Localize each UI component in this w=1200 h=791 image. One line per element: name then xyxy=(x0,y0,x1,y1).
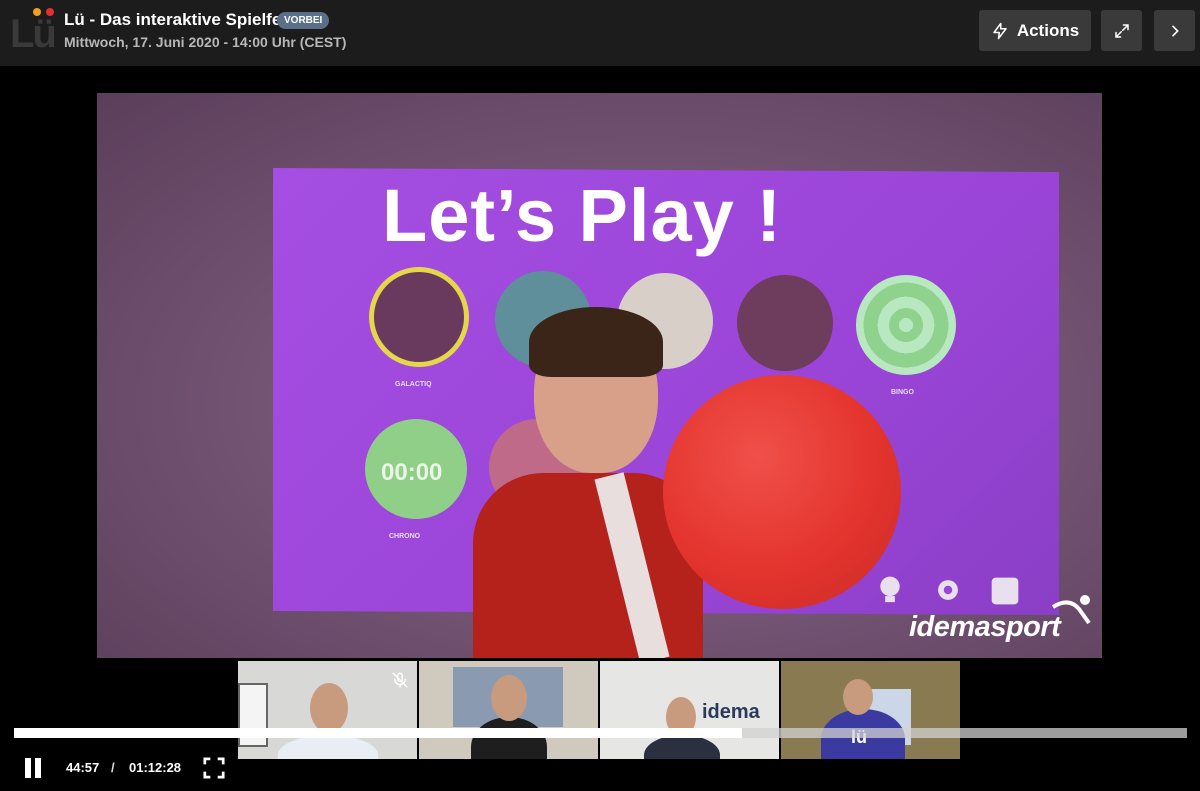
lightning-icon xyxy=(993,22,1007,39)
next-button[interactable] xyxy=(1154,10,1195,51)
game-icon-4 xyxy=(737,275,833,371)
pause-icon-right xyxy=(35,758,41,778)
participant-2-head xyxy=(491,675,527,721)
expand-button[interactable] xyxy=(1101,10,1142,51)
participant-tile-4[interactable]: lü xyxy=(781,661,960,759)
pause-button[interactable] xyxy=(23,758,43,778)
sign-text: idema xyxy=(702,701,760,723)
fullscreen-button[interactable] xyxy=(203,757,225,779)
game-icon-galactiq xyxy=(369,267,469,367)
chrono-display: 00:00 xyxy=(381,459,443,486)
participant-tile-3[interactable]: idema xyxy=(600,661,779,759)
pause-icon-left xyxy=(25,758,31,778)
participant-tile-1[interactable] xyxy=(238,661,417,759)
current-time: 44:57 xyxy=(66,760,100,775)
game-icon-bingo xyxy=(856,275,956,375)
status-badge: VORBEI xyxy=(277,12,330,29)
brand-logo-icon xyxy=(1051,595,1091,625)
expand-icon xyxy=(1114,23,1129,38)
main-video[interactable]: Let’s Play ! GALACTIQ BINGO 00:00 CHRONO… xyxy=(97,93,1102,658)
logo-text: Lü xyxy=(10,12,57,56)
logo-dot-orange xyxy=(33,8,41,16)
game-label-galactiq: GALACTIQ xyxy=(395,381,432,388)
brand-watermark: idemasport xyxy=(909,611,1061,643)
game-label-chrono: CHRONO xyxy=(389,533,421,540)
participant-1-head xyxy=(310,683,348,733)
grid-icon xyxy=(991,577,1019,605)
red-ball xyxy=(663,375,901,609)
total-time: 01:12:28 xyxy=(129,760,182,775)
event-datetime: Mittwoch, 17. Juni 2020 - 14:00 Uhr (CES… xyxy=(64,34,347,50)
chevron-right-icon xyxy=(1171,25,1179,36)
lightbulb-icon xyxy=(880,576,900,603)
screen-headline: Let’s Play ! xyxy=(382,174,782,257)
progress-bar[interactable] xyxy=(14,728,1187,738)
top-bar: Lü Lü - Das interaktive Spielfeld VORBEI… xyxy=(0,0,1200,66)
fullscreen-icon xyxy=(203,757,225,779)
child-hair xyxy=(529,307,663,377)
logo-dot-red xyxy=(46,8,54,16)
app-logo: Lü xyxy=(8,6,58,56)
player-controls: 44:57 / 01:12:28 xyxy=(0,752,1200,784)
participant-4-head xyxy=(843,679,873,715)
actions-button[interactable]: Actions xyxy=(979,10,1091,51)
mic-muted-icon xyxy=(392,672,408,688)
game-label-bingo: BINGO xyxy=(891,389,914,396)
progress-fill xyxy=(14,728,743,738)
time-separator: / xyxy=(111,760,115,775)
participant-tile-2[interactable] xyxy=(419,661,598,759)
settings-icon xyxy=(938,580,958,600)
event-title: Lü - Das interaktive Spielfeld xyxy=(64,10,297,29)
actions-label: Actions xyxy=(1016,20,1080,40)
